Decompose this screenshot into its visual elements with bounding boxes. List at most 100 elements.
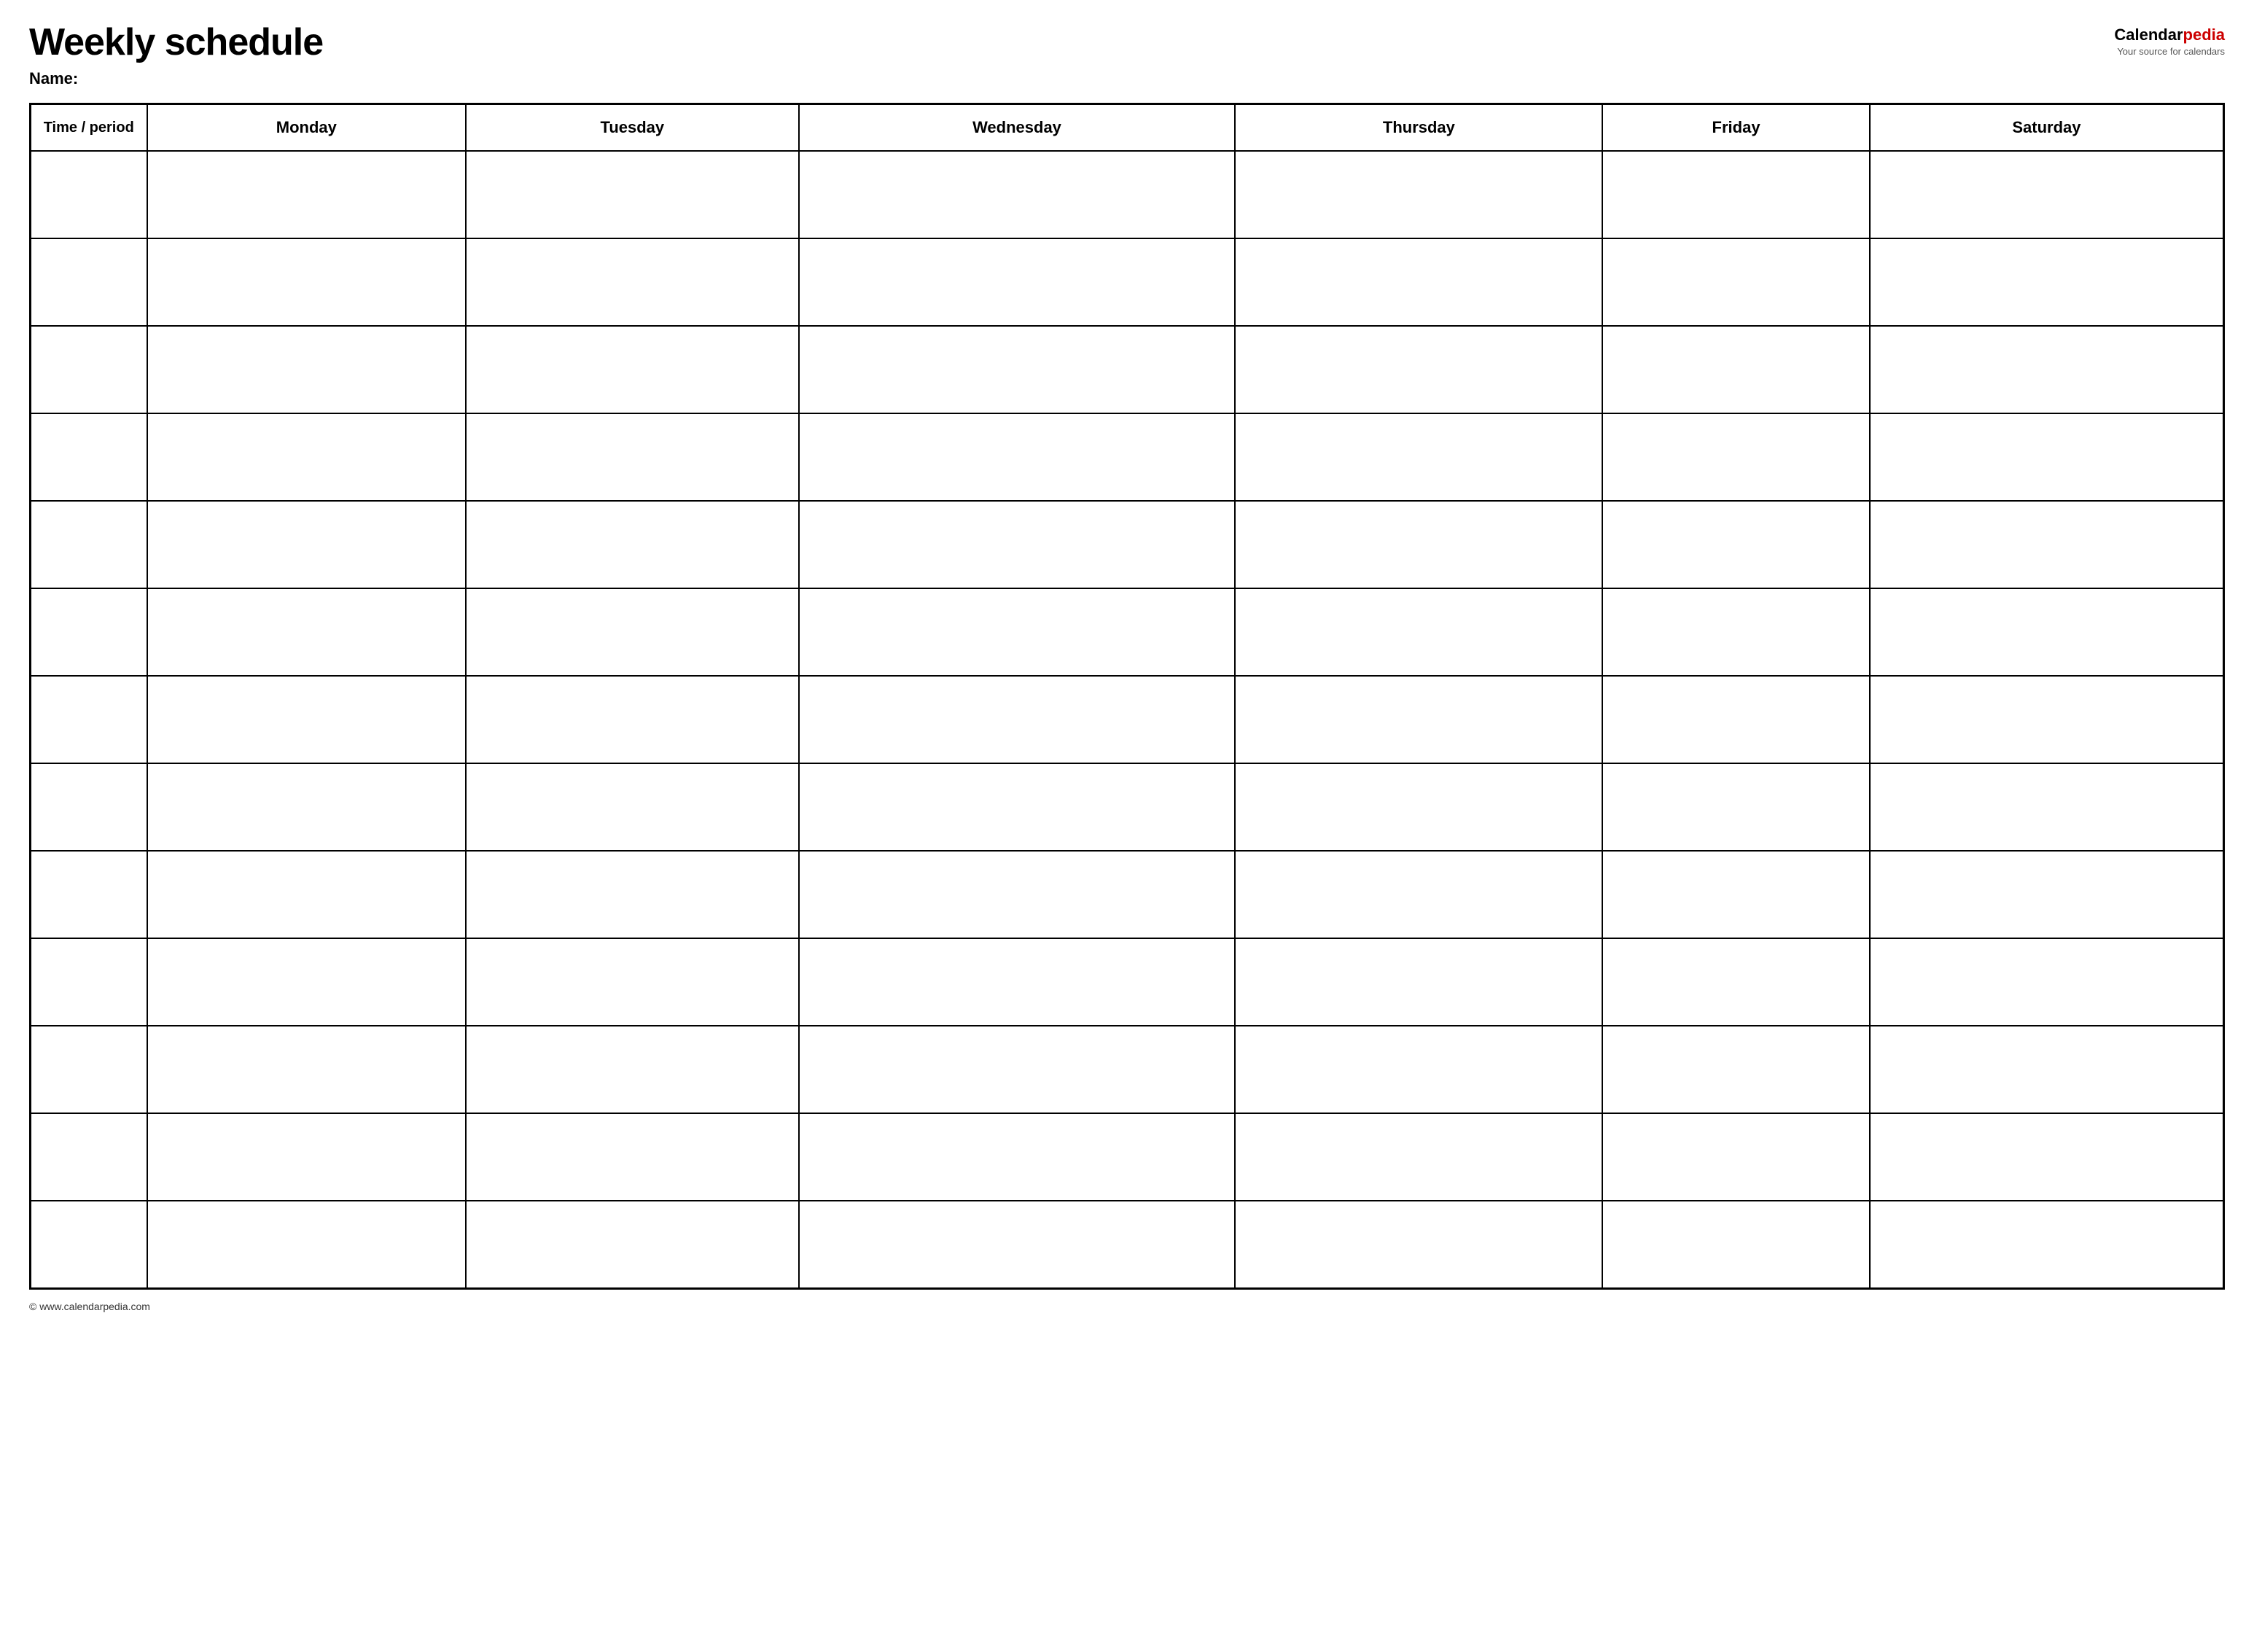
cell-monday-3[interactable]: [147, 413, 467, 501]
time-cell-4[interactable]: [31, 501, 147, 588]
title-area: Weekly schedule Name:: [29, 22, 323, 88]
cell-thursday-10[interactable]: [1235, 1026, 1602, 1113]
cell-friday-3[interactable]: [1602, 413, 1869, 501]
cell-thursday-7[interactable]: [1235, 763, 1602, 851]
cell-saturday-7[interactable]: [1870, 763, 2224, 851]
time-cell-9[interactable]: [31, 938, 147, 1026]
cell-thursday-0[interactable]: [1235, 151, 1602, 238]
cell-saturday-3[interactable]: [1870, 413, 2224, 501]
cell-saturday-0[interactable]: [1870, 151, 2224, 238]
cell-saturday-8[interactable]: [1870, 851, 2224, 938]
time-cell-11[interactable]: [31, 1113, 147, 1201]
table-row: [31, 763, 2224, 851]
cell-monday-6[interactable]: [147, 676, 467, 763]
cell-thursday-2[interactable]: [1235, 326, 1602, 413]
cell-saturday-2[interactable]: [1870, 326, 2224, 413]
cell-tuesday-7[interactable]: [466, 763, 798, 851]
table-row: [31, 151, 2224, 238]
cell-wednesday-7[interactable]: [799, 763, 1236, 851]
cell-thursday-8[interactable]: [1235, 851, 1602, 938]
cell-saturday-5[interactable]: [1870, 588, 2224, 676]
cell-tuesday-0[interactable]: [466, 151, 798, 238]
time-cell-10[interactable]: [31, 1026, 147, 1113]
time-cell-6[interactable]: [31, 676, 147, 763]
cell-tuesday-1[interactable]: [466, 238, 798, 326]
cell-monday-8[interactable]: [147, 851, 467, 938]
cell-tuesday-11[interactable]: [466, 1113, 798, 1201]
time-cell-12[interactable]: [31, 1201, 147, 1288]
cell-thursday-3[interactable]: [1235, 413, 1602, 501]
cell-saturday-11[interactable]: [1870, 1113, 2224, 1201]
table-row: [31, 1201, 2224, 1288]
cell-saturday-10[interactable]: [1870, 1026, 2224, 1113]
cell-saturday-6[interactable]: [1870, 676, 2224, 763]
cell-saturday-12[interactable]: [1870, 1201, 2224, 1288]
col-header-tuesday: Tuesday: [466, 104, 798, 152]
cell-wednesday-4[interactable]: [799, 501, 1236, 588]
cell-monday-5[interactable]: [147, 588, 467, 676]
cell-friday-8[interactable]: [1602, 851, 1869, 938]
cell-tuesday-8[interactable]: [466, 851, 798, 938]
cell-tuesday-9[interactable]: [466, 938, 798, 1026]
cell-wednesday-8[interactable]: [799, 851, 1236, 938]
cell-monday-4[interactable]: [147, 501, 467, 588]
time-cell-8[interactable]: [31, 851, 147, 938]
cell-friday-11[interactable]: [1602, 1113, 1869, 1201]
cell-friday-10[interactable]: [1602, 1026, 1869, 1113]
cell-friday-7[interactable]: [1602, 763, 1869, 851]
cell-saturday-1[interactable]: [1870, 238, 2224, 326]
cell-thursday-4[interactable]: [1235, 501, 1602, 588]
name-label: Name:: [29, 69, 323, 88]
cell-friday-9[interactable]: [1602, 938, 1869, 1026]
time-cell-2[interactable]: [31, 326, 147, 413]
time-cell-3[interactable]: [31, 413, 147, 501]
cell-tuesday-10[interactable]: [466, 1026, 798, 1113]
cell-friday-5[interactable]: [1602, 588, 1869, 676]
cell-thursday-6[interactable]: [1235, 676, 1602, 763]
time-cell-0[interactable]: [31, 151, 147, 238]
cell-tuesday-2[interactable]: [466, 326, 798, 413]
cell-friday-1[interactable]: [1602, 238, 1869, 326]
cell-monday-0[interactable]: [147, 151, 467, 238]
cell-saturday-4[interactable]: [1870, 501, 2224, 588]
cell-wednesday-2[interactable]: [799, 326, 1236, 413]
cell-monday-12[interactable]: [147, 1201, 467, 1288]
cell-wednesday-10[interactable]: [799, 1026, 1236, 1113]
cell-monday-10[interactable]: [147, 1026, 467, 1113]
cell-thursday-5[interactable]: [1235, 588, 1602, 676]
cell-tuesday-6[interactable]: [466, 676, 798, 763]
col-header-saturday: Saturday: [1870, 104, 2224, 152]
cell-friday-4[interactable]: [1602, 501, 1869, 588]
cell-wednesday-5[interactable]: [799, 588, 1236, 676]
cell-thursday-1[interactable]: [1235, 238, 1602, 326]
cell-tuesday-12[interactable]: [466, 1201, 798, 1288]
cell-tuesday-5[interactable]: [466, 588, 798, 676]
cell-thursday-11[interactable]: [1235, 1113, 1602, 1201]
cell-wednesday-9[interactable]: [799, 938, 1236, 1026]
cell-thursday-12[interactable]: [1235, 1201, 1602, 1288]
cell-wednesday-0[interactable]: [799, 151, 1236, 238]
cell-wednesday-3[interactable]: [799, 413, 1236, 501]
page-title: Weekly schedule: [29, 22, 323, 63]
cell-monday-9[interactable]: [147, 938, 467, 1026]
cell-wednesday-12[interactable]: [799, 1201, 1236, 1288]
cell-friday-6[interactable]: [1602, 676, 1869, 763]
cell-monday-2[interactable]: [147, 326, 467, 413]
cell-thursday-9[interactable]: [1235, 938, 1602, 1026]
cell-friday-12[interactable]: [1602, 1201, 1869, 1288]
cell-monday-7[interactable]: [147, 763, 467, 851]
cell-monday-1[interactable]: [147, 238, 467, 326]
cell-wednesday-6[interactable]: [799, 676, 1236, 763]
cell-saturday-9[interactable]: [1870, 938, 2224, 1026]
time-cell-1[interactable]: [31, 238, 147, 326]
cell-wednesday-11[interactable]: [799, 1113, 1236, 1201]
time-cell-7[interactable]: [31, 763, 147, 851]
cell-friday-0[interactable]: [1602, 151, 1869, 238]
website-url: © www.calendarpedia.com: [29, 1301, 150, 1312]
cell-tuesday-3[interactable]: [466, 413, 798, 501]
cell-friday-2[interactable]: [1602, 326, 1869, 413]
cell-tuesday-4[interactable]: [466, 501, 798, 588]
cell-monday-11[interactable]: [147, 1113, 467, 1201]
cell-wednesday-1[interactable]: [799, 238, 1236, 326]
time-cell-5[interactable]: [31, 588, 147, 676]
